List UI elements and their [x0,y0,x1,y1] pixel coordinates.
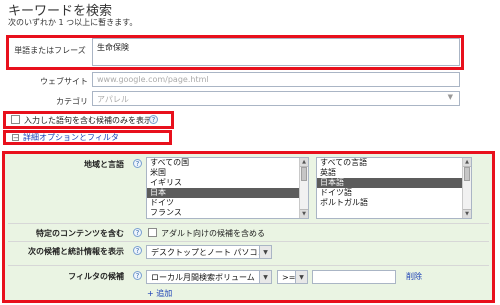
adult-checkbox[interactable] [148,228,157,237]
country-list: すべての国 米国 イギリス 日本 ドイツ フランス [147,158,308,218]
language-option[interactable]: すべての言語 [317,158,471,168]
filter-operator-value: >= [282,273,296,282]
phrase-label: 単語またはフレーズ [14,46,86,55]
phrase-input-value: 生命保険 [97,43,129,52]
help-icon[interactable]: ? [133,159,142,168]
chevron-down-icon: ▼ [259,271,271,283]
help-icon[interactable]: ? [149,115,158,124]
divider [8,223,489,224]
help-icon[interactable]: ? [133,271,142,280]
chevron-down-icon: ▼ [447,93,453,101]
scroll-down-icon[interactable]: ▼ [300,209,308,218]
category-value: アパレル [97,95,129,104]
language-option[interactable]: ポルトガル語 [317,198,471,208]
country-option[interactable]: 米国 [147,168,308,178]
add-filter-link[interactable]: + 追加 [147,288,172,299]
only-entered-checkbox[interactable] [11,115,20,124]
filter-field-value: ローカル月間検索ボリューム [151,273,255,282]
language-list: すべての言語 英語 日本語 ドイツ語 ポルトガル語 [317,158,471,208]
divider [8,265,489,266]
scroll-thumb[interactable] [464,167,470,181]
only-entered-label: 入力した語句を含む候補のみを表示 [24,116,152,125]
chevron-down-icon: ▼ [295,271,307,283]
scroll-down-icon[interactable]: ▼ [463,209,471,218]
scroll-up-icon[interactable]: ▲ [300,158,308,167]
content-label: 特定のコンテンツを含む [36,229,124,238]
filter-operator-select[interactable]: >= ▼ [277,270,308,284]
scroll-thumb[interactable] [301,167,307,181]
filter-label: フィルタの候補 [68,272,124,281]
filter-value-input[interactable] [312,270,396,284]
language-option[interactable]: 英語 [317,168,471,178]
country-option[interactable]: すべての国 [147,158,308,168]
collapse-icon[interactable]: − [12,134,19,142]
stats-label: 次の候補と統計情報を表示 [28,247,124,256]
stats-select-value: デスクトップとノート パソコン [151,248,266,257]
website-input[interactable]: www.google.com/page.html [92,72,460,87]
country-option[interactable]: 日本 [147,188,308,198]
locale-label: 地域と言語 [84,160,124,169]
website-placeholder: www.google.com/page.html [97,75,209,84]
country-option[interactable]: ドイツ [147,198,308,208]
category-label: カテゴリ [56,97,88,106]
language-option[interactable]: 日本語 [317,178,471,188]
language-option[interactable]: ドイツ語 [317,188,471,198]
phrase-input[interactable]: 生命保険 [92,38,460,66]
country-listbox[interactable]: すべての国 米国 イギリス 日本 ドイツ フランス ▲ ▼ [146,157,309,219]
remove-filter-link[interactable]: 削除 [406,271,422,282]
adult-label: アダルト向けの候補を含める [161,229,265,238]
help-icon[interactable]: ? [133,228,142,237]
scrollbar[interactable]: ▲ ▼ [462,158,471,218]
scrollbar[interactable]: ▲ ▼ [299,158,308,218]
category-select[interactable]: アパレル ▼ [92,91,460,106]
filter-field-select[interactable]: ローカル月間検索ボリューム ▼ [146,270,272,284]
language-listbox[interactable]: すべての言語 英語 日本語 ドイツ語 ポルトガル語 ▲ ▼ [316,157,472,219]
chevron-down-icon: ▼ [259,246,271,258]
divider [8,241,489,242]
website-label: ウェブサイト [40,77,88,86]
help-icon[interactable]: ? [133,246,142,255]
country-option[interactable]: イギリス [147,178,308,188]
country-option[interactable]: フランス [147,208,308,218]
page-subtitle: 次のいずれか 1 つ以上に暫きます。 [8,18,138,27]
scroll-up-icon[interactable]: ▲ [463,158,471,167]
advanced-options-link[interactable]: 詳細オプションとフィルタ [23,132,119,143]
stats-select[interactable]: デスクトップとノート パソコン ▼ [146,245,272,259]
